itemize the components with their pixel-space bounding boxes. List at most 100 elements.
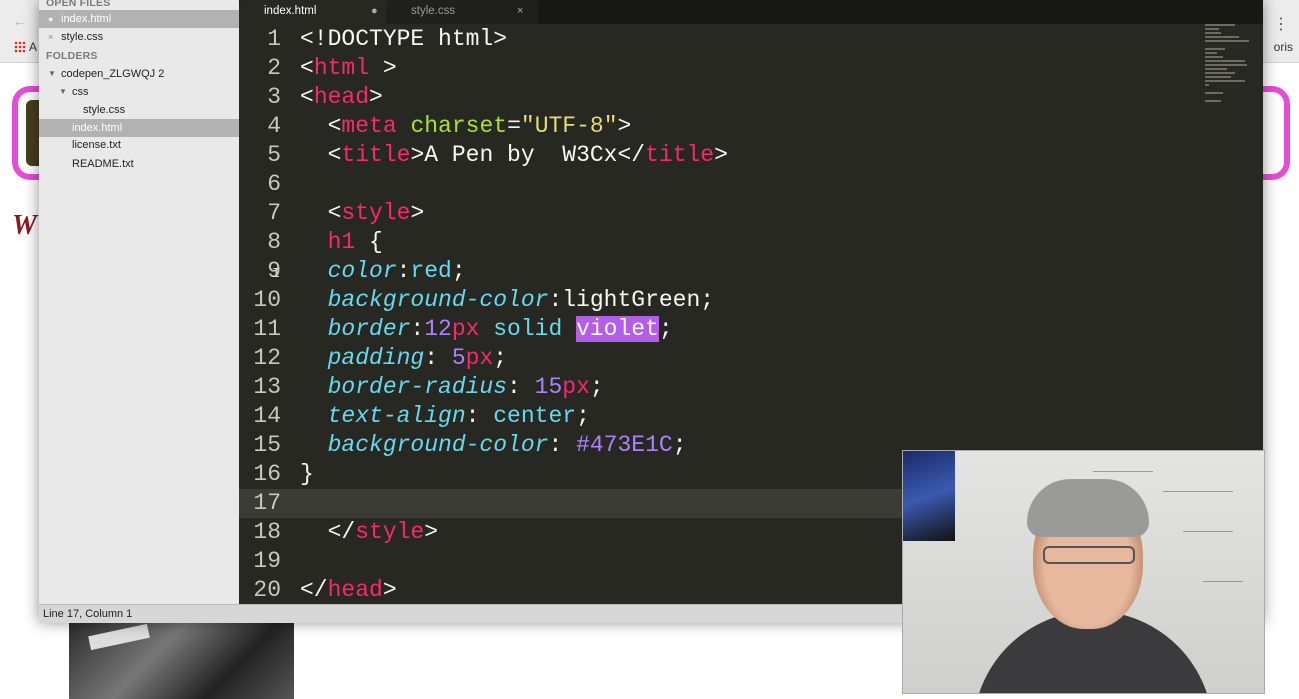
code-text: background-color: #473E1C; [300, 431, 687, 460]
token-punc: ; [589, 374, 604, 400]
token-punc: ; [451, 258, 466, 284]
line-number: 4 [267, 113, 281, 139]
file-index-html[interactable]: index.html [39, 119, 239, 137]
line-number: 2 [267, 55, 281, 81]
token-punc: <!DOCTYPE html> [300, 26, 508, 52]
line-number: 19 [253, 548, 281, 574]
token-attr: charset [410, 113, 508, 139]
code-line-9[interactable]: 9 color:red; [239, 257, 1263, 286]
token-prop: background-color [300, 287, 549, 313]
token-punc: ; [672, 432, 687, 458]
bookmarks-apps[interactable]: A [14, 40, 37, 54]
minimap-line [1205, 24, 1235, 26]
page-photo [69, 620, 294, 699]
tab-bar: index.html ● style.css × [239, 0, 1263, 24]
folder-css[interactable]: ▼ css [39, 83, 239, 101]
line-number: 16 [253, 461, 281, 487]
token-tag: head [313, 84, 370, 110]
presenter-glasses [1043, 546, 1135, 564]
token-unit: px [562, 374, 590, 400]
kebab-menu-icon[interactable]: ⋮ [1273, 14, 1289, 34]
code-line-5[interactable]: 5 <title>A Pen by W3Cx</title> [239, 141, 1263, 170]
token-punc: < [300, 55, 314, 81]
code-text: <meta charset="UTF-8"> [300, 112, 632, 141]
open-files-header: OPEN FILES [46, 0, 111, 9]
line-number: 14 [253, 403, 281, 429]
token-punc: : [507, 374, 535, 400]
line-number: 7 [267, 200, 281, 226]
code-text: </head> [300, 576, 397, 604]
code-line-4[interactable]: 4 <meta charset="UTF-8"> [239, 112, 1263, 141]
line-number: 13 [253, 374, 281, 400]
code-text: h1 { [300, 228, 383, 257]
folder-codepen[interactable]: ▼ codepen_ZLGWQJ 2 [39, 65, 239, 83]
bookmark-label[interactable]: oris [1274, 40, 1293, 54]
code-text: background-color:lightGreen; [300, 286, 715, 315]
token-prop: padding [300, 345, 425, 371]
line-number: 18 [253, 519, 281, 545]
line-number: 8 [267, 229, 281, 255]
token-punc: ; [658, 316, 673, 342]
token-num: 15 [534, 374, 563, 400]
code-text: padding: 5px; [300, 344, 507, 373]
token-tag: h1 [300, 229, 356, 255]
cursor-position: Line 17, Column 1 [43, 608, 133, 620]
token-prop: border [300, 316, 411, 342]
token-val: solid [479, 316, 577, 342]
tab-index-html[interactable]: index.html ● [239, 0, 393, 24]
line-number: 1 [267, 26, 281, 52]
code-line-13[interactable]: 13 border-radius: 15px; [239, 373, 1263, 402]
folder-label: css [72, 86, 89, 98]
chevron-down-icon[interactable]: ▼ [48, 65, 56, 83]
code-line-14[interactable]: 14 text-align: center; [239, 402, 1263, 431]
code-line-10[interactable]: 10 background-color:lightGreen; [239, 286, 1263, 315]
file-style-css[interactable]: style.css [39, 101, 239, 119]
token-prop: background-color [300, 432, 549, 458]
code-text: </style> [300, 518, 438, 547]
code-line-3[interactable]: 3 <head> [239, 83, 1263, 112]
tab-style-css[interactable]: style.css × [386, 0, 538, 24]
token-prop: text-align [300, 403, 466, 429]
page-heading-letter: W [12, 210, 37, 241]
file-license-txt[interactable]: license.txt [39, 136, 239, 154]
token-punc: </ [300, 577, 328, 603]
token-num: 12 [424, 316, 452, 342]
open-file-style-css[interactable]: × style.css [39, 28, 239, 46]
token-num: 5 [451, 345, 466, 371]
code-line-7[interactable]: 7 <style> [239, 199, 1263, 228]
token-punc: } [300, 461, 314, 487]
code-line-12[interactable]: 12 padding: 5px; [239, 344, 1263, 373]
open-file-label: style.css [61, 31, 104, 43]
code-line-1[interactable]: 1 <!DOCTYPE html> [239, 25, 1263, 54]
chevron-down-icon[interactable]: ▼ [59, 83, 67, 101]
code-line-11[interactable]: 11 border:12px solid violet; [239, 315, 1263, 344]
token-punc: : [548, 432, 577, 458]
token-unit: px [465, 345, 494, 371]
code-line-2[interactable]: 2 <html > [239, 54, 1263, 83]
open-file-index-html[interactable]: ● index.html [39, 10, 239, 28]
token-punc [397, 113, 411, 139]
minimap[interactable] [1205, 24, 1263, 114]
line-number: 6 [267, 171, 281, 197]
token-punc: < [300, 142, 342, 168]
minimap-line [1205, 100, 1221, 102]
code-line-6[interactable]: 6 [239, 170, 1263, 199]
token-punc: > [424, 519, 439, 545]
code-text: } [300, 460, 314, 489]
token-prop: border-radius [300, 374, 508, 400]
folder-label: codepen_ZLGWQJ 2 [61, 68, 165, 80]
modified-dot-icon[interactable]: ● [371, 0, 378, 22]
code-line-8[interactable]: 8 h1 { [239, 228, 1263, 257]
file-label: style.css [83, 104, 126, 116]
close-icon[interactable]: × [517, 0, 523, 22]
whiteboard-scribble [1093, 471, 1153, 472]
line-number: 10 [253, 287, 281, 313]
code-text: <head> [300, 83, 383, 112]
token-punc: { [355, 229, 383, 255]
back-arrow-icon[interactable]: ← [12, 13, 28, 31]
minimap-line [1205, 72, 1235, 74]
minimap-line [1205, 56, 1223, 58]
close-icon[interactable]: × [48, 28, 53, 46]
code-text: <title>A Pen by W3Cx</title> [300, 141, 728, 170]
file-readme-txt[interactable]: README.txt [39, 155, 239, 173]
